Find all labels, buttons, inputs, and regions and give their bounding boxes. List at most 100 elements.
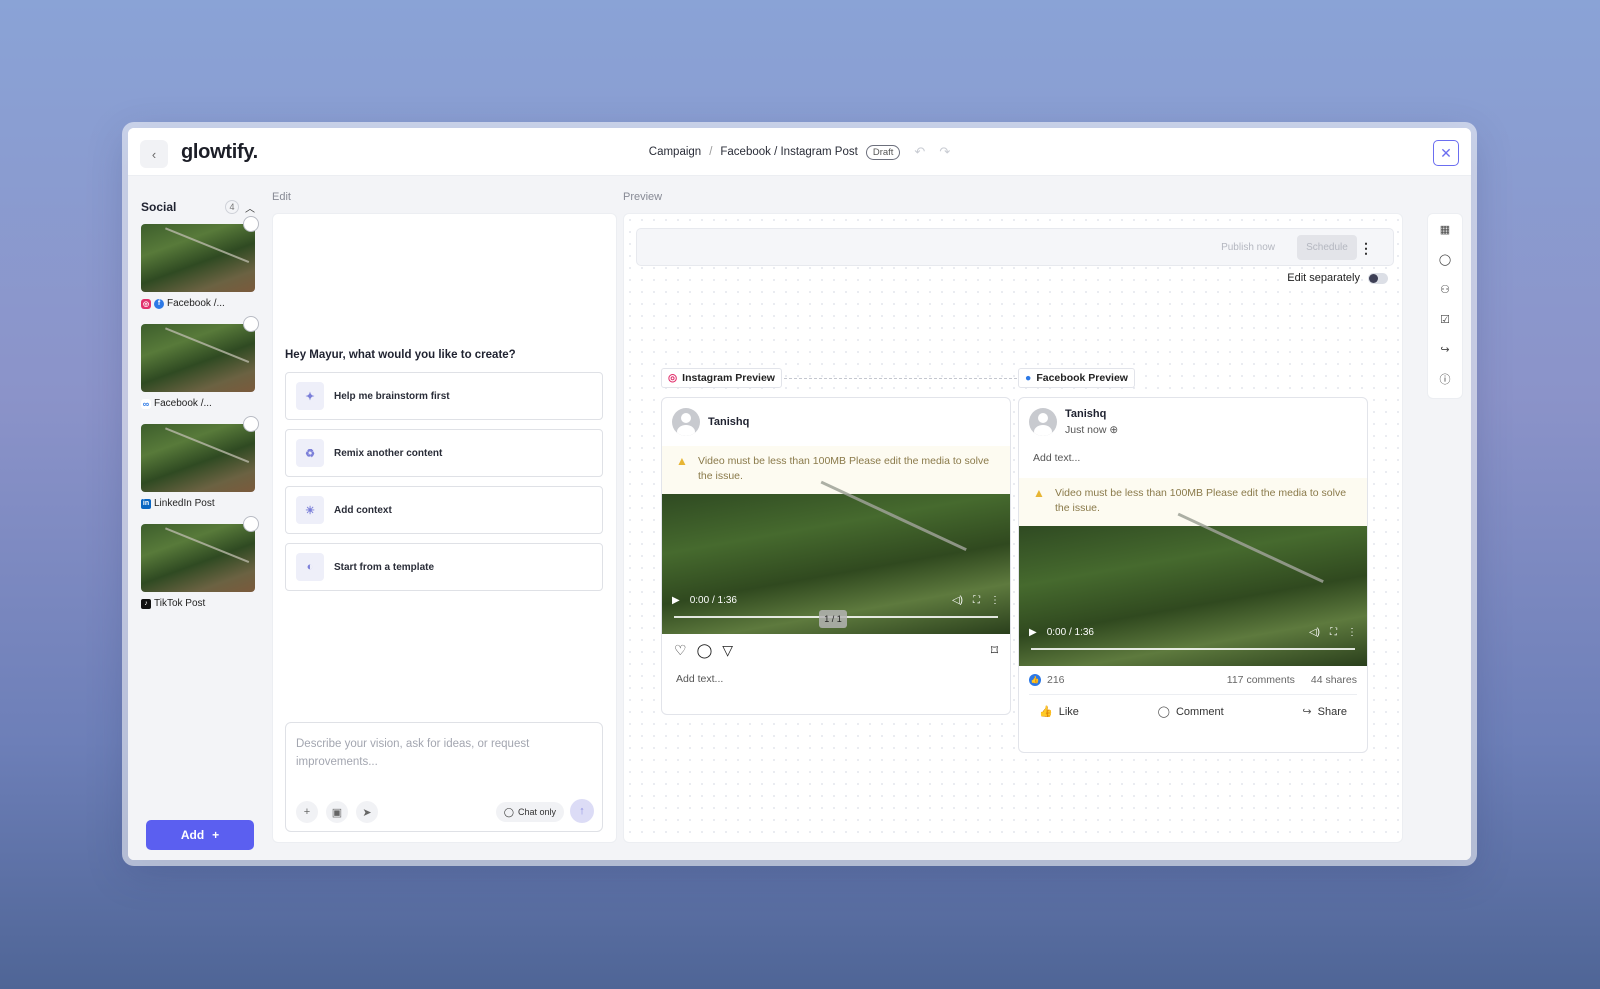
warning-text: Video must be less than 100MB Please edi… [698,455,990,482]
share-button[interactable]: ↪ Share [1302,705,1347,718]
post-item-linkedin[interactable]: in LinkedIn Post [141,416,259,509]
post-select-radio[interactable] [243,516,259,532]
warning-icon: ▲ [676,454,688,468]
video-more-icon[interactable]: ⋮ [1347,627,1357,638]
facebook-preview-tab[interactable]: ● Facebook Preview [1018,368,1135,388]
option-add-context-button[interactable]: ☀ Add context [285,486,603,534]
send-button[interactable]: ↑ [570,799,594,823]
option-brainstorm-button[interactable]: ✦ Help me brainstorm first [285,372,603,420]
checkbox-icon[interactable]: ☑ [1436,310,1454,328]
comment-icon[interactable]: ◯ [697,642,713,659]
video-more-icon[interactable]: ⋮ [990,595,1000,606]
post-label: Facebook /... [154,398,212,409]
instagram-preview-card: Tanishq ▲ Video must be less than 100MB … [661,397,1011,715]
sidebar-header[interactable]: Social 4 ︿ [141,198,255,216]
share-icon[interactable]: ↪ [1436,340,1454,358]
lightbulb-icon: ☀ [296,496,324,524]
post-item-facebook-meta[interactable]: ∞ Facebook /... [141,316,259,409]
plus-icon: + [212,828,220,842]
send-icon[interactable]: ▽ [722,642,733,659]
post-label: Facebook /... [167,298,225,309]
edit-separately-toggle[interactable] [1368,272,1388,284]
add-label: Add [180,828,205,842]
post-item-tiktok[interactable]: ♪ TikTok Post [141,516,259,609]
info-icon[interactable]: ⓘ [1436,370,1454,388]
instagram-video[interactable]: ▶ 0:00 / 1:36 ◁) ⛶ ⋮ 1 / 1 [662,494,1010,634]
bookmark-icon[interactable]: ⌑ [991,642,998,659]
option-remix-button[interactable]: ♻ Remix another content [285,429,603,477]
palette-icon: ◐ [296,553,324,581]
app-window: Campaign / Facebook / Instagram Post Dra… [128,128,1471,860]
edit-panel: Hey Mayur, what would you like to create… [272,213,617,843]
pointer-icon[interactable]: ➤ [356,801,378,823]
post-label-row: in LinkedIn Post [141,498,255,509]
edit-separately-label: Edit separately [1287,272,1360,284]
image-icon[interactable]: ▣ [326,801,348,823]
play-icon[interactable]: ▶ [1029,627,1037,638]
heart-icon[interactable]: ♡ [674,642,687,659]
post-select-radio[interactable] [243,416,259,432]
facebook-video[interactable]: ▶ 0:00 / 1:36 ◁) ⛶ ⋮ [1019,526,1367,666]
calendar-icon[interactable]: ▦ [1436,220,1454,238]
undo-icon[interactable]: ↶ [914,144,925,160]
status-badge: Draft [865,144,901,160]
chat-composer[interactable]: Describe your vision, ask for ideas, or … [285,722,603,832]
facebook-icon: f [154,298,164,309]
chat-icon[interactable]: ◯ [1436,250,1454,268]
play-icon[interactable]: ▶ [672,595,680,606]
post-select-radio[interactable] [243,316,259,332]
schedule-button[interactable]: Schedule [1297,235,1357,260]
workspace: Social 4 ︿ ◎ f Facebook /... ∞ Facebook … [128,176,1471,860]
user-icon[interactable]: ⚇ [1436,280,1454,298]
globe-icon: ⊕ [1109,424,1119,436]
add-post-button[interactable]: Add + [146,820,254,850]
right-tool-rail: ▦ ◯ ⚇ ☑ ↪ ⓘ [1427,213,1463,399]
chevron-up-icon[interactable]: ︿ [245,200,255,215]
facebook-caption[interactable]: Add text... [1019,442,1367,478]
option-template-button[interactable]: ◐ Start from a template [285,543,603,591]
tiktok-icon: ♪ [141,598,151,609]
facebook-header: Tanishq Just now ⊕ [1019,398,1367,442]
thumbs-up-icon: 👍 [1029,674,1041,686]
comment-button[interactable]: ◯ Comment [1158,705,1224,718]
post-select-radio[interactable] [243,216,259,232]
video-time: 0:00 / 1:36 [689,595,737,606]
chat-only-toggle[interactable]: ◯ Chat only [495,802,564,822]
like-button[interactable]: 👍 Like [1039,705,1079,718]
shares-count: 44 shares [1310,674,1357,686]
meta-icon: ∞ [141,398,151,409]
facebook-icon: ● [1025,372,1032,384]
edit-separately-row[interactable]: Edit separately [1287,272,1388,284]
warning-text: Video must be less than 100MB Please edi… [1055,487,1347,514]
fullscreen-icon[interactable]: ⛶ [1330,627,1337,638]
publish-now-button[interactable]: Publish now [1221,242,1275,253]
post-thumbnail [141,424,255,492]
top-bar: Campaign / Facebook / Instagram Post Dra… [128,128,1471,176]
facebook-actions: 👍 Like ◯ Comment ↪ Share [1029,694,1357,728]
instagram-preview-tab[interactable]: ◎ Instagram Preview [661,368,782,388]
post-label-row: ◎ f Facebook /... [141,298,255,309]
breadcrumb-campaign[interactable]: Campaign [649,146,701,158]
fullscreen-icon[interactable]: ⛶ [973,595,980,606]
back-button[interactable]: ‹ [140,140,168,168]
video-progress-bar[interactable] [1031,648,1355,650]
comment-icon: ◯ [1157,706,1170,718]
composer-input[interactable]: Describe your vision, ask for ideas, or … [296,735,582,771]
comment-label: Comment [1175,706,1224,718]
preview-panel: Publish now Schedule ⋮ Edit separately ◎… [623,213,1403,843]
video-controls: ▶ 0:00 / 1:36 ◁) ⛶ ⋮ [672,595,1000,606]
post-item-facebook-instagram[interactable]: ◎ f Facebook /... [141,216,259,309]
more-options-icon[interactable]: ⋮ [1359,240,1373,257]
volume-icon[interactable]: ◁) [952,595,963,606]
redo-icon[interactable]: ↷ [939,144,950,160]
instagram-caption[interactable]: Add text... [662,667,1010,691]
instagram-preview-label: Instagram Preview [682,372,775,384]
chat-bubble-icon: ◯ [503,806,514,817]
option-label: Start from a template [334,561,435,573]
volume-icon[interactable]: ◁) [1309,627,1320,638]
close-button[interactable]: ✕ [1433,140,1459,166]
likes-count: 216 [1047,674,1065,686]
instagram-icon: ◎ [141,298,151,309]
share-icon: ↪ [1302,706,1312,718]
plus-icon[interactable]: + [296,801,318,823]
